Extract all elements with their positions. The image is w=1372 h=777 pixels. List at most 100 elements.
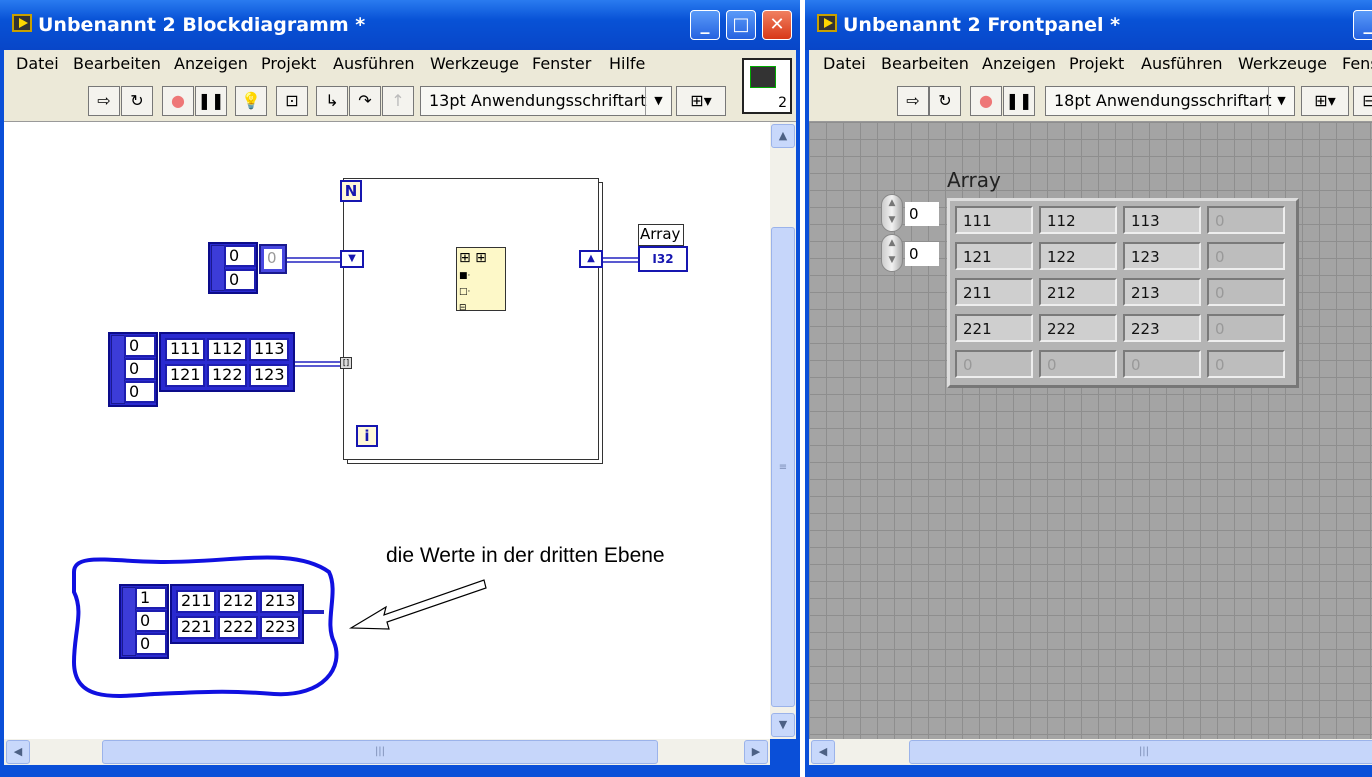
- array-element[interactable]: 111: [955, 206, 1033, 234]
- index-spinner-icon[interactable]: ▲ ▼: [881, 234, 903, 272]
- array-element[interactable]: 211: [176, 590, 216, 613]
- array-element[interactable]: 212: [218, 590, 258, 613]
- array-element[interactable]: 0: [1207, 314, 1285, 342]
- col-index-input[interactable]: 0: [905, 242, 939, 266]
- auto-index-tunnel[interactable]: []: [340, 357, 352, 369]
- array-element[interactable]: 122: [207, 364, 247, 387]
- array-element[interactable]: 121: [955, 242, 1033, 270]
- font-select[interactable]: 18pt Anwendungsschriftart ▼: [1045, 86, 1295, 116]
- array-element[interactable]: 213: [260, 590, 300, 613]
- pause-icon[interactable]: ❚❚: [1003, 86, 1035, 116]
- step-out-icon[interactable]: ↑: [382, 86, 414, 116]
- font-select[interactable]: 13pt Anwendungsschriftart ▼: [420, 86, 672, 116]
- index-input[interactable]: 0: [124, 381, 156, 403]
- run-arrow-icon[interactable]: ⇨: [88, 86, 120, 116]
- menu-projekt[interactable]: Projekt: [261, 54, 316, 73]
- highlight-execution-icon[interactable]: 💡: [235, 86, 267, 116]
- array-element[interactable]: 213: [1123, 278, 1201, 306]
- vi-icon[interactable]: 2: [742, 58, 792, 114]
- index-input[interactable]: 1: [135, 587, 167, 609]
- menu-datei[interactable]: Datei: [823, 54, 866, 73]
- menu-anzeigen[interactable]: Anzeigen: [174, 54, 248, 73]
- array-element[interactable]: 123: [1123, 242, 1201, 270]
- pause-icon[interactable]: ❚❚: [195, 86, 227, 116]
- distribute-objects-icon[interactable]: ⊟: [1353, 86, 1372, 116]
- index-input[interactable]: 0: [135, 633, 167, 655]
- run-continuously-icon[interactable]: ↻: [121, 86, 153, 116]
- array-element[interactable]: 113: [249, 338, 289, 361]
- array-element[interactable]: 222: [1039, 314, 1117, 342]
- array-element[interactable]: 223: [1123, 314, 1201, 342]
- step-into-icon[interactable]: ↳: [316, 86, 348, 116]
- scroll-down-icon[interactable]: ▼: [771, 713, 795, 737]
- array-element[interactable]: 121: [165, 364, 205, 387]
- vertical-scrollbar[interactable]: ▲ ≡ ▼: [770, 122, 796, 739]
- shift-register-left-icon[interactable]: ▼: [340, 250, 364, 268]
- array-indicator[interactable]: 111 112 113 0 121 122 123 0 211 212 213 0 221 222 223 0…: [947, 198, 1299, 388]
- run-continuously-icon[interactable]: ↻: [929, 86, 961, 116]
- menu-bearbeiten[interactable]: Bearbeiten: [881, 54, 969, 73]
- index-spinner-icon[interactable]: ▲ ▼: [881, 194, 903, 232]
- scroll-left-icon[interactable]: ◀: [811, 740, 835, 764]
- scroll-thumb[interactable]: |||: [102, 740, 658, 764]
- scroll-left-icon[interactable]: ◀: [6, 740, 30, 764]
- menu-ausfuehren[interactable]: Ausführen: [1141, 54, 1223, 73]
- menu-werkzeuge[interactable]: Werkzeuge: [1238, 54, 1327, 73]
- index-input[interactable]: 0: [124, 335, 156, 357]
- front-panel-canvas[interactable]: Array ▲ ▼ 0 ▲ ▼ 0 111 112 113 0 121 122 123 0 211 2…: [809, 122, 1372, 739]
- array-element[interactable]: 0: [1039, 350, 1117, 378]
- array-element[interactable]: 122: [1039, 242, 1117, 270]
- horizontal-scrollbar[interactable]: ◀ ||| ▶: [4, 739, 770, 765]
- scroll-up-icon[interactable]: ▲: [771, 124, 795, 148]
- index-input[interactable]: 0: [224, 245, 256, 267]
- array-element[interactable]: 112: [207, 338, 247, 361]
- array-element[interactable]: 0: [955, 350, 1033, 378]
- menu-bearbeiten[interactable]: Bearbeiten: [73, 54, 161, 73]
- scroll-thumb[interactable]: ≡: [771, 227, 795, 707]
- menu-projekt[interactable]: Projekt: [1069, 54, 1124, 73]
- index-input[interactable]: 0: [124, 358, 156, 380]
- retain-wire-values-icon[interactable]: ⊡: [276, 86, 308, 116]
- menu-fenster[interactable]: Fenster: [532, 54, 591, 73]
- abort-icon[interactable]: ●: [162, 86, 194, 116]
- array-element[interactable]: 0: [1123, 350, 1201, 378]
- array-element[interactable]: 0: [1207, 350, 1285, 378]
- menu-werkzeuge[interactable]: Werkzeuge: [430, 54, 519, 73]
- block-diagram-canvas[interactable]: N i ▼ ▲ [] ⊞ ⊞ ■· □· ⊟ 0 0 0 0 0 0 111 112 …: [4, 122, 770, 739]
- array-element[interactable]: 123: [249, 364, 289, 387]
- array-element[interactable]: 0: [1207, 278, 1285, 306]
- close-button[interactable]: ✕: [762, 10, 792, 40]
- array-constant[interactable]: 111 112 113 121 122 123: [159, 332, 295, 392]
- array-element[interactable]: 113: [1123, 206, 1201, 234]
- minimize-button[interactable]: _: [1353, 10, 1372, 40]
- index-input[interactable]: 0: [135, 610, 167, 632]
- scroll-thumb[interactable]: |||: [909, 740, 1372, 764]
- menu-hilfe[interactable]: Hilfe: [609, 54, 645, 73]
- row-index-input[interactable]: 0: [905, 202, 939, 226]
- loop-count-terminal[interactable]: N: [340, 180, 362, 202]
- array-element[interactable]: 211: [955, 278, 1033, 306]
- array-element[interactable]: 221: [955, 314, 1033, 342]
- menu-fenster[interactable]: Fens: [1342, 54, 1372, 73]
- scroll-right-icon[interactable]: ▶: [744, 740, 768, 764]
- for-loop[interactable]: [343, 178, 599, 460]
- array-element[interactable]: 222: [218, 616, 258, 639]
- init-constant[interactable]: 0: [259, 244, 287, 274]
- array-indicator-terminal[interactable]: I32: [638, 246, 688, 272]
- shift-register-right-icon[interactable]: ▲: [579, 250, 603, 268]
- maximize-button[interactable]: □: [726, 10, 756, 40]
- align-objects-icon[interactable]: ⊞▾: [676, 86, 726, 116]
- abort-icon[interactable]: ●: [970, 86, 1002, 116]
- array-element[interactable]: 221: [176, 616, 216, 639]
- array-element[interactable]: 0: [1207, 242, 1285, 270]
- array-element[interactable]: 212: [1039, 278, 1117, 306]
- align-objects-icon[interactable]: ⊞▾: [1301, 86, 1349, 116]
- array-element[interactable]: 112: [1039, 206, 1117, 234]
- step-over-icon[interactable]: ↷: [349, 86, 381, 116]
- horizontal-scrollbar[interactable]: ◀ |||: [809, 739, 1372, 765]
- third-page-array[interactable]: 211 212 213 221 222 223: [170, 584, 304, 644]
- index-input[interactable]: 0: [224, 269, 256, 291]
- array-element[interactable]: 0: [1207, 206, 1285, 234]
- menu-ausfuehren[interactable]: Ausführen: [333, 54, 415, 73]
- minimize-button[interactable]: _: [690, 10, 720, 40]
